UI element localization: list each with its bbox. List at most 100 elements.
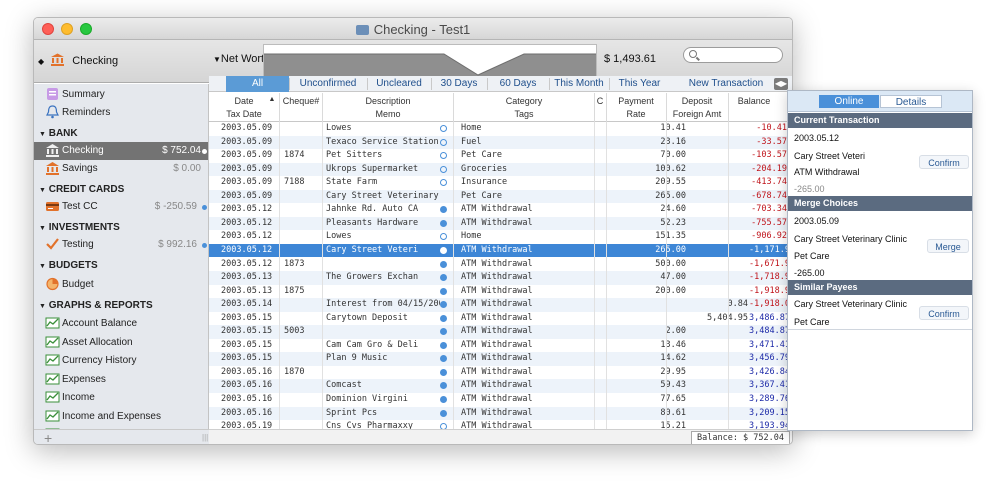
status-circle-icon [440, 301, 447, 309]
filter-button[interactable]: 30 Days [431, 76, 487, 92]
sidebar-item-graph[interactable]: Currency History [34, 352, 208, 370]
status-circle[interactable] [439, 230, 449, 243]
sidebar-item-summary[interactable]: Summary [34, 86, 208, 104]
sidebar-section-graphs-reports[interactable]: ▼ GRAPHS & REPORTS [39, 300, 153, 311]
sidebar-section-budgets[interactable]: ▼ BUDGETS [39, 260, 98, 271]
new-transaction-button[interactable]: New Transaction [686, 76, 766, 92]
transaction-row[interactable]: 2003.05.09 Lowes Home 10.41 -10.41 [209, 122, 792, 136]
column-balance[interactable]: Balance [729, 96, 779, 106]
transaction-row[interactable]: 2003.05.13 The Growers Exchan ATM Withdraw… [209, 271, 792, 285]
sidebar-item-budget[interactable]: Budget [34, 276, 208, 294]
transaction-row[interactable]: 2003.05.12 Jahnke Rd. Auto CA ATM Withdraw… [209, 203, 792, 217]
filter-button[interactable]: All [226, 76, 289, 92]
transaction-row[interactable]: 2003.05.09 7188 State Farm Insurance 209.55 -… [209, 176, 792, 190]
transaction-payment: 100.62 [655, 163, 686, 174]
status-circle[interactable] [439, 203, 449, 216]
sidebar-section-credit-cards[interactable]: ▼ CREDIT CARDS [39, 184, 124, 195]
transaction-row[interactable]: 2003.05.14 Interest from 04/15/2003 Thr AT… [209, 298, 792, 312]
transaction-row[interactable]: 2003.05.09 Cary Street Veterinary Clinic P… [209, 189, 792, 204]
column-payment[interactable]: Payment [607, 96, 665, 106]
add-account-button[interactable]: + [44, 430, 52, 444]
column-memo[interactable]: Memo [323, 109, 453, 119]
transaction-row[interactable]: 2003.05.15 5003 ATM Withdrawal 2.00 3,484.87 [209, 325, 792, 339]
sidebar-section-investments[interactable]: ▼ INVESTMENTS [39, 222, 120, 233]
transaction-row[interactable]: 2003.05.19 Cns Cvs Pharmaxxy ATM Withdrawa… [209, 420, 792, 429]
column-deposit[interactable]: Deposit [667, 96, 727, 106]
transaction-balance: 3,471.41 [749, 339, 787, 350]
column-tags[interactable]: Tags [454, 109, 594, 119]
status-circle[interactable] [439, 366, 449, 379]
sidebar-section-bank[interactable]: ▼ BANK [39, 128, 78, 139]
transaction-row[interactable]: 2003.05.09 1874 Pet Sitters Pet Care 70.00 -1… [209, 149, 792, 163]
status-circle[interactable] [439, 136, 449, 149]
filter-bar: All Unconfirmed Uncleared 30 Days 60 Days Thi… [209, 76, 792, 92]
status-circle[interactable] [439, 149, 449, 162]
transaction-row[interactable]: 2003.05.12 1873 ATM Withdrawal 500.00 -1,671… [209, 258, 792, 272]
transaction-balance: -33.57 [756, 136, 787, 147]
column-rate[interactable]: Rate [607, 109, 665, 119]
transaction-row[interactable]: 2003.05.15 Carytown Deposit ATM Withdrawal… [209, 312, 792, 326]
status-circle[interactable] [439, 163, 449, 176]
status-circle[interactable] [439, 325, 449, 338]
transaction-row[interactable]: 2003.05.16 Sprint Pcs ATM Withdrawal 80.61 3… [209, 406, 792, 421]
status-circle[interactable] [439, 393, 449, 406]
status-circle[interactable] [439, 244, 449, 257]
transaction-cheque: 1870 [284, 366, 305, 377]
status-circle[interactable] [439, 298, 449, 311]
status-circle[interactable] [439, 420, 449, 429]
status-circle[interactable] [439, 258, 449, 271]
sidebar-footer: + ||| [34, 429, 209, 444]
sidebar-item-test-cc[interactable]: Test CC $ -250.59 [34, 198, 208, 216]
sidebar-item-reminders[interactable]: Reminders [34, 104, 208, 122]
status-circle[interactable] [439, 285, 449, 298]
column-cleared[interactable]: C [594, 96, 606, 106]
tab-online[interactable]: Online [819, 95, 879, 108]
filter-button[interactable]: 60 Days [487, 76, 549, 92]
account-selector[interactable]: ◆ Checking [38, 53, 118, 67]
status-circle[interactable] [439, 339, 449, 352]
filter-button[interactable]: This Month [549, 76, 609, 92]
sidebar-item-graph[interactable]: Income [34, 389, 208, 407]
status-circle[interactable] [439, 352, 449, 365]
status-circle[interactable] [439, 217, 449, 230]
filter-button[interactable]: Uncleared [367, 76, 431, 92]
transaction-row[interactable]: 2003.05.13 1875 ATM Withdrawal 200.00 -1,918… [209, 285, 792, 299]
filter-button[interactable]: This Year [609, 76, 670, 92]
sidebar-item-testing[interactable]: Testing $ 992.16 [34, 236, 208, 254]
transaction-row[interactable]: 2003.05.12 Pleasants Hardware ATM Withdraw… [209, 216, 792, 231]
search-field[interactable] [683, 47, 783, 63]
transaction-row[interactable]: 2003.05.16 Dominion Virgini ATM Withdrawal… [209, 393, 792, 407]
column-cheque[interactable]: Cheque# [280, 96, 322, 106]
transaction-row[interactable]: 2003.05.09 Texaco Service Station Fuel 23.1… [209, 135, 792, 150]
transaction-row[interactable]: 2003.05.12 Lowes Home 151.35 -906.92 [209, 230, 792, 244]
column-foreign-amt[interactable]: Foreign Amt [667, 109, 727, 119]
transaction-row[interactable]: 2003.05.15 Cam Cam Gro & Deli ATM Withdraw… [209, 339, 792, 353]
sidebar-item-graph[interactable]: Income and Expenses [34, 408, 208, 426]
transaction-row[interactable]: 2003.05.16 Comcast ATM Withdrawal 59.43 3,36… [209, 379, 792, 393]
status-circle[interactable] [439, 176, 449, 189]
sidebar-item-graph[interactable]: Expenses [34, 371, 208, 389]
sidebar-item-checking[interactable]: Checking $ 752.04 [34, 142, 208, 160]
column-category[interactable]: Category [454, 96, 594, 106]
tab-details[interactable]: Details [880, 95, 942, 108]
transaction-row[interactable]: 2003.05.16 1870 ATM Withdrawal 29.95 3,426.8… [209, 366, 792, 380]
column-description[interactable]: Description [323, 96, 453, 106]
resize-grip-icon[interactable]: ||| [202, 433, 208, 442]
status-circle[interactable] [439, 122, 449, 135]
panel-toggle-button[interactable]: ◀▶ [774, 78, 788, 90]
transaction-row[interactable]: 2003.05.12 Cary Street Veteri ATM Withdraw… [209, 243, 792, 258]
transaction-row[interactable]: 2003.05.09 Ukrops Supermarket Groceries 100… [209, 162, 792, 177]
merge-button[interactable]: Merge [927, 239, 969, 253]
status-circle[interactable] [439, 271, 449, 284]
similar-confirm-button[interactable]: Confirm [919, 306, 969, 320]
sidebar-item-savings[interactable]: Savings $ 0.00 [34, 160, 208, 178]
sidebar-item-graph[interactable]: Asset Allocation [34, 334, 208, 352]
sidebar-item-graph[interactable]: Account Balance [34, 315, 208, 333]
confirm-button[interactable]: Confirm [919, 155, 969, 169]
column-tax-date[interactable]: Tax Date [209, 109, 279, 119]
status-circle[interactable] [439, 407, 449, 420]
filter-button[interactable]: Unconfirmed [289, 76, 367, 92]
transaction-row[interactable]: 2003.05.15 Plan 9 Music ATM Withdrawal 14.6… [209, 352, 792, 366]
status-circle[interactable] [439, 379, 449, 392]
status-circle[interactable] [439, 312, 449, 325]
